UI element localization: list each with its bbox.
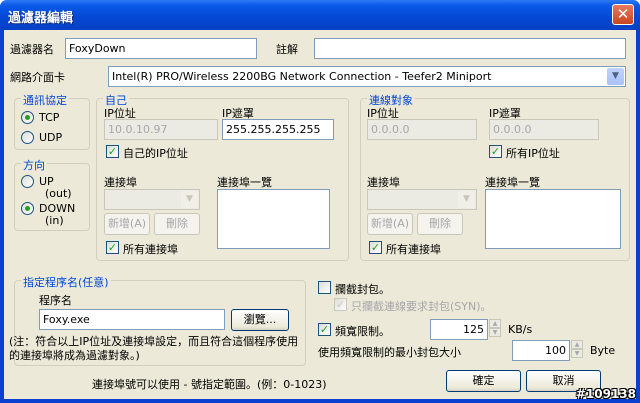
browse-button[interactable]: 瀏覽... <box>231 309 289 331</box>
self-port-select[interactable]: ▼ <box>104 189 200 210</box>
down-radio[interactable] <box>21 202 34 215</box>
up-sub-label: (out) <box>45 187 72 200</box>
remote-port-select[interactable]: ▼ <box>367 189 477 210</box>
self-all-ports-checkbox[interactable]: ✓ <box>106 241 119 254</box>
adapter-select[interactable]: Intel(R) PRO/Wireless 2200BG Network Con… <box>108 66 626 87</box>
self-ip-input[interactable]: 10.0.10.97 <box>104 119 218 140</box>
direction-group: 方向 UP (out) DOWN (in) <box>14 157 90 231</box>
chevron-down-icon[interactable]: ▼ <box>607 68 624 85</box>
port-range-hint: 連接埠號可以使用 - 號指定範圍。(例：0-1023) <box>92 378 327 391</box>
program-name-input[interactable]: Foxy.exe <box>39 309 225 330</box>
program-group: 指定程序名(任意) 程序名 Foxy.exe 瀏覽... (注：符合以上IP位址… <box>9 274 306 366</box>
self-port-list[interactable] <box>217 189 330 249</box>
bandwidth-spinner[interactable]: ▲ ▼ <box>489 319 501 337</box>
protocol-group-title: 通訊協定 <box>21 92 69 108</box>
own-ip-label[interactable]: 自己的IP位址 <box>123 145 188 161</box>
remote-port-label: 連接埠 <box>367 176 400 189</box>
self-port-label: 連接埠 <box>104 176 137 189</box>
bandwidth-unit: KB/s <box>508 323 533 336</box>
radio-selected-dot <box>25 115 30 120</box>
tcp-radio[interactable] <box>21 111 34 124</box>
close-button[interactable]: ✕ <box>612 4 634 25</box>
udp-label[interactable]: UDP <box>39 131 62 144</box>
comment-input[interactable] <box>314 38 626 59</box>
remote-port-list[interactable] <box>485 189 621 249</box>
remote-ip-input[interactable]: 0.0.0.0 <box>367 119 477 140</box>
intercept-label[interactable]: 攔截封包。 <box>335 281 390 297</box>
ok-button[interactable]: 確定 <box>446 370 521 392</box>
min-packet-spinner[interactable]: ▲ ▼ <box>571 340 583 358</box>
bandwidth-label[interactable]: 頻寬限制。 <box>335 323 390 339</box>
syn-only-label[interactable]: 只攔截連線要求封包(SYN)。 <box>351 298 492 314</box>
self-delete-port-button[interactable]: 刪除 <box>154 213 200 235</box>
remote-port-list-label: 連接埠一覽 <box>485 176 540 189</box>
all-ip-label[interactable]: 所有IP位址 <box>506 145 560 161</box>
tcp-label[interactable]: TCP <box>39 111 59 124</box>
udp-radio[interactable] <box>21 131 34 144</box>
radio-selected-dot <box>25 206 30 211</box>
min-packet-input[interactable]: 100 <box>512 340 570 361</box>
self-mask-input[interactable]: 255.255.255.255 <box>222 119 334 140</box>
chevron-down-icon: ▼ <box>181 191 198 208</box>
self-all-ports-label[interactable]: 所有連接埠 <box>123 241 178 257</box>
comment-label: 註解 <box>276 43 298 56</box>
self-group: 自己 IP位址 10.0.10.97 IP遮罩 255.255.255.255 … <box>96 92 349 261</box>
remote-all-ports-checkbox[interactable]: ✓ <box>369 241 382 254</box>
all-ip-checkbox[interactable]: ✓ <box>489 145 502 158</box>
remote-all-ports-label[interactable]: 所有連接埠 <box>386 241 441 257</box>
adapter-label: 網路介面卡 <box>10 71 65 84</box>
direction-group-title: 方向 <box>21 157 47 173</box>
syn-only-checkbox[interactable]: ✓ <box>334 298 347 311</box>
dialog-client-area: 過濾器名 FoxyDown 註解 網路介面卡 Intel(R) PRO/Wire… <box>4 30 636 399</box>
adapter-select-value: Intel(R) PRO/Wireless 2200BG Network Con… <box>112 70 492 83</box>
self-port-list-label: 連接埠一覽 <box>217 176 272 189</box>
self-add-port-button[interactable]: 新增(A) <box>104 213 150 235</box>
down-sub-label: (in) <box>45 214 64 227</box>
bandwidth-checkbox[interactable]: ✓ <box>318 323 331 336</box>
min-packet-label: 使用頻寬限制的最小封包大小 <box>318 346 461 359</box>
up-radio[interactable] <box>21 175 34 188</box>
window-title: 過濾器編輯 <box>8 11 74 26</box>
own-ip-checkbox[interactable]: ✓ <box>106 145 119 158</box>
program-note: (注：符合以上IP位址及連接埠設定，而且符合這個程序使用的連接埠將成為過濾對象。… <box>9 335 299 362</box>
min-packet-unit: Byte <box>590 344 616 357</box>
remote-delete-port-button[interactable]: 刪除 <box>417 213 463 235</box>
intercept-checkbox[interactable] <box>318 281 331 294</box>
remote-add-port-button[interactable]: 新增(A) <box>367 213 413 235</box>
program-group-title: 指定程序名(任意) <box>21 274 111 290</box>
filter-name-input[interactable]: FoxyDown <box>65 38 257 59</box>
program-name-label: 程序名 <box>39 294 72 307</box>
watermark: #109138 <box>575 387 636 401</box>
remote-group: 連線對象 IP位址 0.0.0.0 IP遮罩 0.0.0.0 ✓ 所有IP位址 … <box>360 92 630 261</box>
bandwidth-input[interactable]: 125 <box>430 319 488 340</box>
dialog-window: 過濾器編輯 ✕ 過濾器名 FoxyDown 註解 網路介面卡 Intel(R) … <box>0 0 640 403</box>
chevron-down-icon: ▼ <box>458 191 475 208</box>
title-bar[interactable]: 過濾器編輯 ✕ <box>0 0 640 30</box>
remote-mask-input[interactable]: 0.0.0.0 <box>489 119 599 140</box>
filter-name-label: 過濾器名 <box>10 43 54 56</box>
protocol-group: 通訊協定 TCP UDP <box>14 92 90 150</box>
